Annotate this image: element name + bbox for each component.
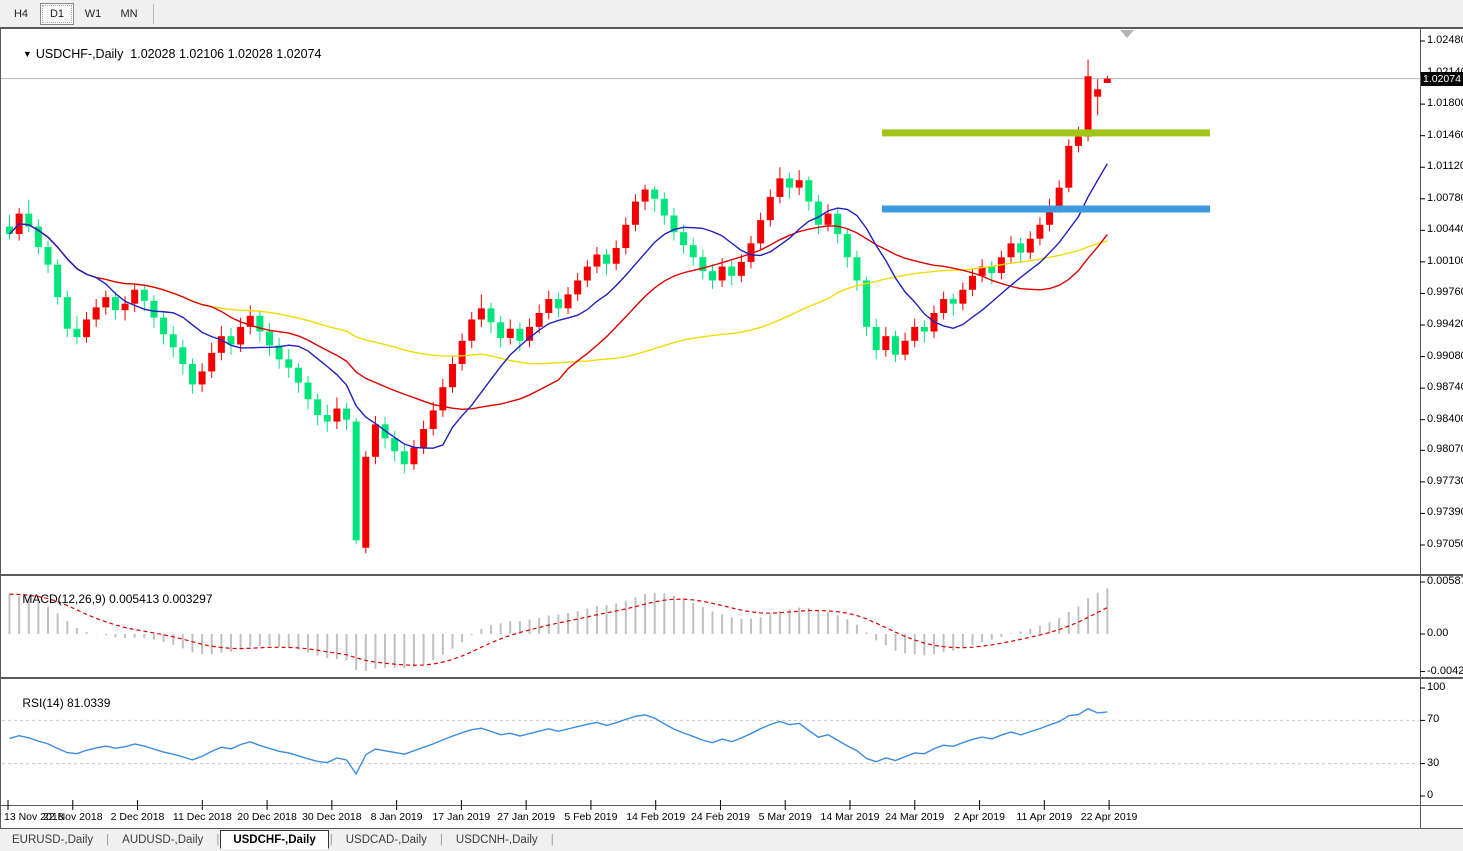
chart-ohlc-values: 1.02028 1.02106 1.02028 1.02074 (130, 47, 321, 61)
rsi-value: 81.0339 (67, 696, 110, 710)
chart-dropdown-icon[interactable]: ▼ (23, 49, 32, 59)
rsi-pane-label: RSI(14) 81.0339 (9, 682, 110, 724)
trading-terminal-window: H4D1W1MN ▼USDCHF-,Daily 1.02028 1.02106 … (0, 0, 1463, 851)
rsi-pane (2, 709, 1419, 774)
macd-values: 0.005413 0.003297 (109, 592, 212, 606)
chart-symbol-label: USDCHF-,Daily (36, 47, 124, 61)
price-chart-canvas[interactable] (0, 0, 1463, 851)
current-price-badge: 1.02074 (1421, 72, 1463, 86)
chart-title: ▼ USDCHF-,Daily 1.02028 1.02106 1.02028 1… (9, 33, 321, 75)
macd-pane-label: MACD(12,26,9) 0.005413 0.003297 (9, 578, 213, 620)
main-price-pane (1, 60, 1420, 554)
